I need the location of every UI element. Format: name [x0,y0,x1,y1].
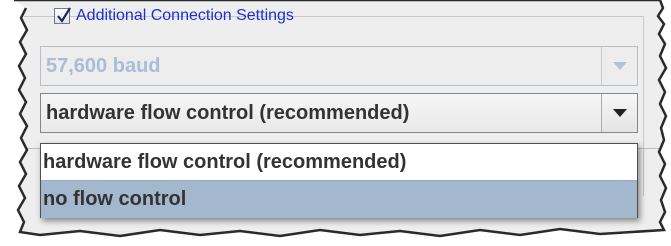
chevron-down-icon [613,109,627,117]
baud-rate-value: 57,600 baud [46,54,161,77]
baud-rate-combo: 57,600 baud [40,46,638,86]
additional-settings-label[interactable]: Additional Connection Settings [76,7,294,25]
chevron-down-icon [613,62,627,70]
check-icon [56,6,72,24]
flow-control-dropdown-button[interactable] [601,94,637,132]
flow-control-combo[interactable]: hardware flow control (recommended) [40,93,638,133]
flow-control-dropdown-list[interactable]: hardware flow control (recommended) no f… [40,143,638,218]
additional-settings-checkbox[interactable] [54,8,70,24]
flow-control-value[interactable]: hardware flow control (recommended) [41,102,601,125]
additional-settings-row[interactable]: Additional Connection Settings [54,4,294,28]
screenshot-stage: Additional Connection Settings 57,600 ba… [0,0,671,246]
dropdown-option-hardware-flow[interactable]: hardware flow control (recommended) [41,144,637,180]
baud-rate-dropdown-button [601,47,637,85]
dialog-panel: Additional Connection Settings 57,600 ba… [0,0,671,246]
dropdown-option-no-flow[interactable]: no flow control [41,180,637,218]
